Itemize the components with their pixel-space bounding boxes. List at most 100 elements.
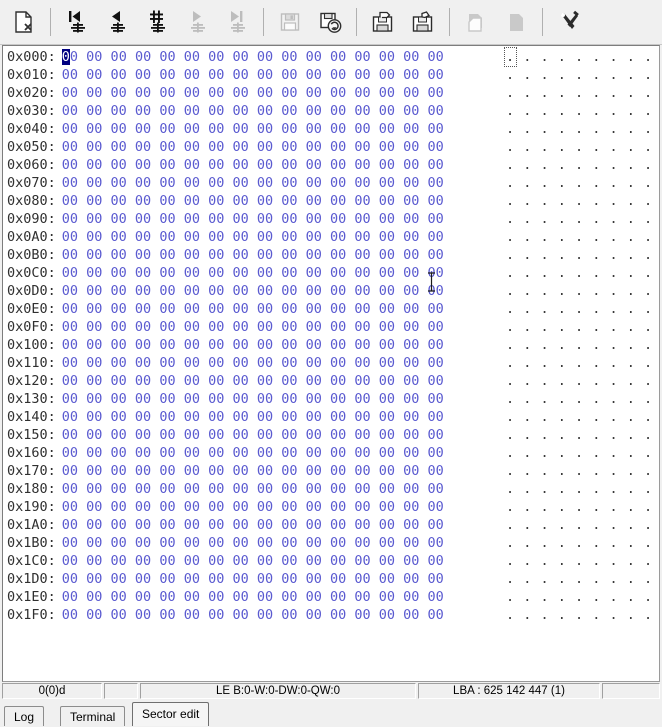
previous-sector-icon[interactable] — [100, 5, 134, 39]
hex-bytes[interactable]: 00 00 00 00 00 00 00 00 00 00 00 00 00 0… — [62, 174, 444, 192]
ascii-column[interactable]: . . . . . . . . . . . . . . . . — [506, 264, 659, 282]
load-file-icon[interactable] — [366, 5, 400, 39]
hex-row[interactable]: 0x100: 00 00 00 00 00 00 00 00 00 00 00 0… — [7, 336, 659, 354]
hex-rows-rest[interactable]: 0x010: 00 00 00 00 00 00 00 00 00 00 00 0… — [7, 66, 659, 624]
hex-row[interactable]: 0x090: 00 00 00 00 00 00 00 00 00 00 00 0… — [7, 210, 659, 228]
ascii-rest[interactable]: . . . . . . . . . . . . . . . — [515, 49, 659, 65]
hex-row[interactable]: 0x1F0: 00 00 00 00 00 00 00 00 00 00 00 0… — [7, 606, 659, 624]
last-sector-icon[interactable] — [220, 5, 254, 39]
hex-row[interactable]: 0x1A0: 00 00 00 00 00 00 00 00 00 00 00 0… — [7, 516, 659, 534]
hex-row[interactable]: 0x030: 00 00 00 00 00 00 00 00 00 00 00 0… — [7, 102, 659, 120]
ascii-column[interactable]: . . . . . . . . . . . . . . . . — [506, 318, 659, 336]
hex-row[interactable]: 0x050: 00 00 00 00 00 00 00 00 00 00 00 0… — [7, 138, 659, 156]
ascii-column[interactable]: . . . . . . . . . . . . . . . . — [506, 102, 659, 120]
ascii-column[interactable]: . . . . . . . . . . . . . . . . — [506, 174, 659, 192]
hex-bytes[interactable]: 00 00 00 00 00 00 00 00 00 00 00 00 00 0… — [62, 516, 444, 534]
hex-row[interactable]: 0x0D0: 00 00 00 00 00 00 00 00 00 00 00 0… — [7, 282, 659, 300]
hex-row[interactable]: 0x000: 00 00 00 00 00 00 00 00 00 00 00 … — [7, 47, 659, 67]
tools-icon[interactable] — [552, 5, 586, 39]
hex-bytes[interactable]: 00 00 00 00 00 00 00 00 00 00 00 00 00 0… — [62, 606, 444, 624]
ascii-column[interactable]: . . . . . . . . . . . . . . . . — [506, 498, 659, 516]
ascii-column[interactable]: . . . . . . . . . . . . . . . . — [506, 84, 659, 102]
hex-bytes[interactable]: 00 00 00 00 00 00 00 00 00 00 00 00 00 0… — [62, 390, 444, 408]
hex-bytes[interactable]: 00 00 00 00 00 00 00 00 00 00 00 00 00 0… — [62, 228, 444, 246]
hex-bytes[interactable]: 00 00 00 00 00 00 00 00 00 00 00 00 00 0… — [62, 462, 444, 480]
copy-icon[interactable] — [459, 5, 493, 39]
tab-sector-edit[interactable]: Sector edit — [132, 702, 210, 726]
paste-icon[interactable] — [499, 5, 533, 39]
hex-row[interactable]: 0x0E0: 00 00 00 00 00 00 00 00 00 00 00 0… — [7, 300, 659, 318]
hex-row[interactable]: 0x110: 00 00 00 00 00 00 00 00 00 00 00 0… — [7, 354, 659, 372]
ascii-column[interactable]: . . . . . . . . . . . . . . . . — [506, 516, 659, 534]
first-sector-icon[interactable] — [60, 5, 94, 39]
hex-row[interactable]: 0x010: 00 00 00 00 00 00 00 00 00 00 00 0… — [7, 66, 659, 84]
hex-bytes[interactable]: 00 00 00 00 00 00 00 00 00 00 00 00 00 0… — [62, 408, 444, 426]
ascii-column[interactable]: . . . . . . . . . . . . . . . . — [506, 228, 659, 246]
tab-log[interactable]: Log — [4, 706, 45, 726]
hex-bytes[interactable]: 00 00 00 00 00 00 00 00 00 00 00 00 00 0… — [62, 534, 444, 552]
hex-row[interactable]: 0x130: 00 00 00 00 00 00 00 00 00 00 00 0… — [7, 390, 659, 408]
ascii-column[interactable]: . . . . . . . . . . . . . . . . — [506, 588, 659, 606]
ascii-column[interactable]: . . . . . . . . . . . . . . . . — [506, 570, 659, 588]
hex-row[interactable]: 0x080: 00 00 00 00 00 00 00 00 00 00 00 0… — [7, 192, 659, 210]
hex-row[interactable]: 0x190: 00 00 00 00 00 00 00 00 00 00 00 0… — [7, 498, 659, 516]
hex-row[interactable]: 0x040: 00 00 00 00 00 00 00 00 00 00 00 0… — [7, 120, 659, 138]
ascii-column[interactable]: . . . . . . . . . . . . . . . . — [506, 336, 659, 354]
save-file-icon[interactable] — [406, 5, 440, 39]
hex-row[interactable]: 0x0B0: 00 00 00 00 00 00 00 00 00 00 00 0… — [7, 246, 659, 264]
hex-bytes[interactable]: 00 00 00 00 00 00 00 00 00 00 00 00 00 0… — [62, 570, 444, 588]
hex-bytes[interactable]: 00 00 00 00 00 00 00 00 00 00 00 00 00 0… — [62, 588, 444, 606]
ascii-column[interactable]: . . . . . . . . . . . . . . . . — [506, 444, 659, 462]
save-icon[interactable] — [273, 5, 307, 39]
ascii-column[interactable]: . . . . . . . . . . . . . . . . — [506, 354, 659, 372]
hex-bytes[interactable]: 00 00 00 00 00 00 00 00 00 00 00 00 00 0… — [62, 480, 444, 498]
hex-row[interactable]: 0x020: 00 00 00 00 00 00 00 00 00 00 00 0… — [7, 84, 659, 102]
hex-row[interactable]: 0x1E0: 00 00 00 00 00 00 00 00 00 00 00 0… — [7, 588, 659, 606]
ascii-column[interactable]: . . . . . . . . . . . . . . . . — [506, 66, 659, 84]
ascii-column[interactable]: . . . . . . . . . . . . . . . . — [506, 210, 659, 228]
save-refresh-icon[interactable] — [313, 5, 347, 39]
hex-bytes[interactable]: 00 00 00 00 00 00 00 00 00 00 00 00 00 0… — [62, 102, 444, 120]
ascii-column[interactable]: . . . . . . . . . . . . . . . . — [506, 246, 659, 264]
hex-row[interactable]: 0x140: 00 00 00 00 00 00 00 00 00 00 00 0… — [7, 408, 659, 426]
hex-bytes-rest[interactable]: 0 00 00 00 00 00 00 00 00 00 00 00 00 00… — [70, 49, 444, 65]
hex-bytes[interactable]: 00 00 00 00 00 00 00 00 00 00 00 00 00 0… — [62, 318, 444, 336]
hex-row[interactable]: 0x170: 00 00 00 00 00 00 00 00 00 00 00 0… — [7, 462, 659, 480]
ascii-column[interactable]: . . . . . . . . . . . . . . . . — [506, 462, 659, 480]
hex-row[interactable]: 0x060: 00 00 00 00 00 00 00 00 00 00 00 0… — [7, 156, 659, 174]
ascii-column[interactable]: . . . . . . . . . . . . . . . . — [506, 390, 659, 408]
hex-row[interactable]: 0x120: 00 00 00 00 00 00 00 00 00 00 00 0… — [7, 372, 659, 390]
hex-row[interactable]: 0x1B0: 00 00 00 00 00 00 00 00 00 00 00 0… — [7, 534, 659, 552]
hex-bytes[interactable]: 00 00 00 00 00 00 00 00 00 00 00 00 00 0… — [62, 282, 444, 300]
hex-bytes[interactable]: 00 00 00 00 00 00 00 00 00 00 00 00 00 0… — [62, 300, 444, 318]
hex-bytes[interactable]: 00 00 00 00 00 00 00 00 00 00 00 00 00 0… — [62, 336, 444, 354]
hex-row[interactable]: 0x160: 00 00 00 00 00 00 00 00 00 00 00 0… — [7, 444, 659, 462]
hex-bytes[interactable]: 00 00 00 00 00 00 00 00 00 00 00 00 00 0… — [62, 210, 444, 228]
ascii-column[interactable]: . . . . . . . . . . . . . . . . — [506, 138, 659, 156]
ascii-column[interactable]: . . . . . . . . . . . . . . . . — [506, 120, 659, 138]
hex-row[interactable]: 0x0F0: 00 00 00 00 00 00 00 00 00 00 00 0… — [7, 318, 659, 336]
goto-sector-icon[interactable] — [140, 5, 174, 39]
ascii-column[interactable]: . . . . . . . . . . . . . . . . — [506, 192, 659, 210]
hex-bytes[interactable]: 00 00 00 00 00 00 00 00 00 00 00 00 00 0… — [62, 552, 444, 570]
new-document-icon[interactable] — [7, 5, 41, 39]
hex-bytes[interactable]: 00 00 00 00 00 00 00 00 00 00 00 00 00 0… — [62, 498, 444, 516]
hex-bytes[interactable]: 00 00 00 00 00 00 00 00 00 00 00 00 00 0… — [62, 156, 444, 174]
hex-cursor-nibble[interactable]: 0 — [61, 49, 70, 65]
ascii-column[interactable]: . . . . . . . . . . . . . . . . — [506, 408, 659, 426]
ascii-column[interactable]: . . . . . . . . . . . . . . . . — [506, 300, 659, 318]
hex-bytes[interactable]: 00 00 00 00 00 00 00 00 00 00 00 00 00 0… — [62, 372, 444, 390]
hex-bytes[interactable]: 00 00 00 00 00 00 00 00 00 00 00 00 00 0… — [62, 264, 444, 282]
ascii-column[interactable]: . . . . . . . . . . . . . . . . — [506, 606, 659, 624]
hex-bytes[interactable]: 00 00 00 00 00 00 00 00 00 00 00 00 00 0… — [62, 138, 444, 156]
hex-row[interactable]: 0x180: 00 00 00 00 00 00 00 00 00 00 00 0… — [7, 480, 659, 498]
ascii-column[interactable]: . . . . . . . . . . . . . . . . — [506, 372, 659, 390]
hex-row[interactable]: 0x150: 00 00 00 00 00 00 00 00 00 00 00 0… — [7, 426, 659, 444]
ascii-column[interactable]: . . . . . . . . . . . . . . . . — [506, 534, 659, 552]
hex-bytes[interactable]: 00 00 00 00 00 00 00 00 00 00 00 00 00 0… — [62, 444, 444, 462]
hex-bytes[interactable]: 00 00 00 00 00 00 00 00 00 00 00 00 00 0… — [62, 246, 444, 264]
hex-row[interactable]: 0x1C0: 00 00 00 00 00 00 00 00 00 00 00 0… — [7, 552, 659, 570]
hex-bytes[interactable]: 00 00 00 00 00 00 00 00 00 00 00 00 00 0… — [62, 192, 444, 210]
hex-bytes[interactable]: 00 00 00 00 00 00 00 00 00 00 00 00 00 0… — [62, 120, 444, 138]
ascii-focus-cell[interactable]: . — [504, 47, 517, 67]
